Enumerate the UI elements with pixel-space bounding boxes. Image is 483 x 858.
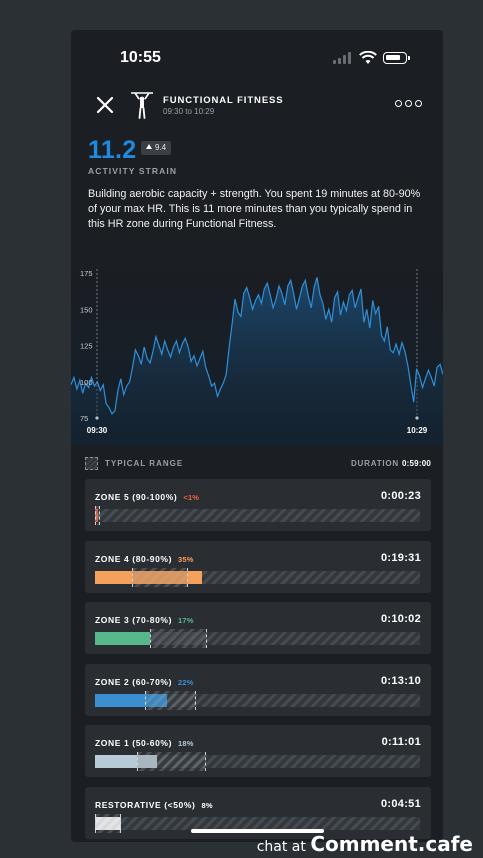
zone-name: ZONE 1 (50-60%) 18% <box>95 738 194 748</box>
zone-bar-track <box>95 691 420 710</box>
status-bar: 10:55 <box>71 30 443 80</box>
zone-percent: 17% <box>178 616 194 625</box>
y-tick-label: 175 <box>80 269 93 278</box>
zone-bar-track <box>95 568 420 587</box>
activity-title: FUNCTIONAL FITNESS <box>163 95 284 106</box>
zone-card[interactable]: ZONE 1 (50-60%) 18% 0:11:01 <box>85 725 431 777</box>
zone-name: ZONE 4 (80-90%) 35% <box>95 554 194 564</box>
heart-rate-chart: 175 150 125 100 75 09:30 10:29 <box>71 263 443 445</box>
zone-bar-track <box>95 506 420 525</box>
zone-label: ZONE 5 (90-100%) <box>95 492 178 502</box>
battery-nub <box>408 56 410 60</box>
strain-label: ACTIVITY STRAIN <box>88 166 178 176</box>
strain-value: 11.2 <box>88 136 137 164</box>
y-tick-label: 100 <box>80 378 93 387</box>
phone-screen: 10:55 FUNCTIONAL FITNESS 09:30 to 10:29 … <box>71 30 443 842</box>
zone-label: ZONE 2 (60-70%) <box>95 677 173 687</box>
zone-duration: 0:10:02 <box>380 613 421 625</box>
zone-duration: 0:13:10 <box>380 675 421 687</box>
zone-bar-fill <box>95 632 151 645</box>
zones-legend: TYPICAL RANGE DURATION 0:59:00 <box>85 457 431 471</box>
zone-duration: 0:11:01 <box>381 736 421 748</box>
zone-percent: <1% <box>183 493 200 502</box>
status-time: 10:55 <box>120 49 161 66</box>
strain-row: 11.2 9.4 <box>88 136 172 166</box>
start-time-label: 09:30 <box>87 426 108 435</box>
zone-bar-track <box>95 752 420 771</box>
zone-label: ZONE 3 (70-80%) <box>95 615 173 625</box>
watermark-brand: Comment.cafe <box>310 832 473 856</box>
typical-range-label: TYPICAL RANGE <box>105 459 184 468</box>
activity-description: Building aerobic capacity + strength. Yo… <box>88 188 421 230</box>
zone-label: RESTORATIVE (<50%) <box>95 800 196 810</box>
duration-value: 0:59:00 <box>402 459 431 468</box>
duration-summary: DURATION 0:59:00 <box>351 459 431 468</box>
zone-percent: 8% <box>201 801 213 810</box>
duration-label: DURATION <box>350 459 400 468</box>
zone-name: ZONE 3 (70-80%) 17% <box>95 615 194 625</box>
zone-card[interactable]: ZONE 3 (70-80%) 17% 0:10:02 <box>85 602 431 654</box>
activity-time-range: 09:30 to 10:29 <box>163 107 215 116</box>
zone-duration: 0:00:23 <box>380 490 421 502</box>
zone-card[interactable]: ZONE 4 (80-90%) 35% 0:19:31 <box>85 541 431 593</box>
signal-icon <box>333 52 351 64</box>
activity-header: FUNCTIONAL FITNESS 09:30 to 10:29 <box>71 85 443 125</box>
y-tick-label: 125 <box>80 342 93 351</box>
zone-duration: 0:04:51 <box>380 798 421 810</box>
zone-percent: 22% <box>178 678 194 687</box>
y-tick-label: 75 <box>80 414 88 423</box>
status-icons <box>333 50 413 66</box>
wifi-icon <box>359 51 377 64</box>
zone-typical-range <box>150 629 208 648</box>
more-options-icon[interactable] <box>395 100 422 108</box>
zone-typical-range <box>145 691 196 710</box>
zone-card[interactable]: ZONE 5 (90-100%) <1% 0:00:23 <box>85 479 431 531</box>
typical-range-swatch <box>85 457 98 470</box>
watermark-small: chat at <box>256 839 306 855</box>
zone-typical-range <box>95 506 100 525</box>
functional-fitness-icon <box>131 92 153 119</box>
end-time-label: 10:29 <box>407 426 428 435</box>
zone-typical-range <box>137 752 206 771</box>
zone-name: RESTORATIVE (<50%) 8% <box>95 800 213 810</box>
zone-percent: 18% <box>178 739 194 748</box>
zone-bar-track <box>95 629 420 648</box>
zone-duration: 0:19:31 <box>380 552 421 564</box>
close-icon[interactable] <box>95 95 115 115</box>
zone-card[interactable]: ZONE 2 (60-70%) 22% 0:13:10 <box>85 664 431 716</box>
y-tick-label: 150 <box>80 305 93 314</box>
battery-icon <box>383 52 407 64</box>
strain-delta-value: 9.4 <box>155 143 167 152</box>
zone-typical-range <box>95 814 121 833</box>
zone-name: ZONE 5 (90-100%) <1% <box>95 492 199 502</box>
zone-percent: 35% <box>178 555 194 564</box>
watermark: chat at Comment.cafe <box>257 832 473 856</box>
strain-delta-badge: 9.4 <box>141 141 172 155</box>
zone-label: ZONE 1 (50-60%) <box>95 738 173 748</box>
zone-typical-range <box>132 568 188 587</box>
arrow-up-icon <box>146 144 152 149</box>
zone-name: ZONE 2 (60-70%) 22% <box>95 677 194 687</box>
zone-label: ZONE 4 (80-90%) <box>95 554 173 564</box>
